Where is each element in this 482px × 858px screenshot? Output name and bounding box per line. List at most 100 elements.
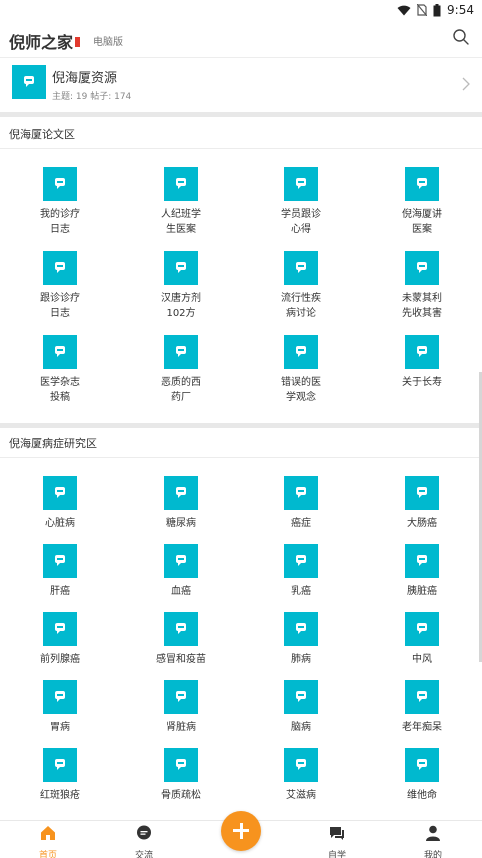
grid-item-label: 人纪班学 生医案: [161, 209, 201, 235]
grid-item[interactable]: 艾滋病: [251, 748, 351, 803]
grid-item[interactable]: 恶质的西 药厂: [131, 335, 231, 405]
grid-item[interactable]: 倪海厦讲 医案: [372, 167, 472, 237]
grid-item[interactable]: 关于长寿: [372, 335, 472, 390]
grid-item-label: 艾滋病: [286, 790, 316, 801]
tab-home-label: 首页: [38, 851, 57, 858]
chat-icon: [405, 335, 439, 369]
grid-item[interactable]: 学员跟诊 心得: [251, 167, 351, 237]
grid-item-label: 癌症: [291, 518, 311, 529]
tab-community[interactable]: 交流: [114, 825, 174, 858]
tab-profile[interactable]: 我的: [403, 825, 463, 858]
chat-icon: [164, 612, 198, 646]
grid-item[interactable]: 错误的医 学观念: [251, 335, 351, 405]
grid-item-label: 汉唐方剂 102方: [161, 293, 201, 319]
grid-item[interactable]: 心脏病: [10, 476, 110, 531]
grid-item-label: 胃病: [50, 722, 70, 733]
grid-item[interactable]: 红斑狼疮: [10, 748, 110, 803]
search-icon[interactable]: [452, 28, 470, 46]
grid-item-label: 倪海厦讲 医案: [402, 209, 442, 235]
grid-item[interactable]: 肾脏病: [131, 680, 231, 735]
grid-item[interactable]: 脑病: [251, 680, 351, 735]
grid-item-label: 骨质疏松: [161, 790, 201, 801]
grid-item-label: 糖尿病: [166, 518, 196, 529]
status-time: 9:54: [447, 3, 474, 17]
grid-item-label: 错误的医 学观念: [281, 377, 321, 403]
grid-item[interactable]: 血癌: [131, 544, 231, 599]
home-icon: [41, 826, 55, 840]
grid-item[interactable]: 乳癌: [251, 544, 351, 599]
section-title-papers: 倪海厦论文区: [0, 117, 482, 149]
chat-icon: [43, 251, 77, 285]
messages-icon: [330, 827, 344, 840]
chat-icon: [164, 680, 198, 714]
grid-item-label: 胰脏癌: [407, 586, 437, 597]
desktop-version-link[interactable]: 电脑版: [93, 33, 123, 48]
grid-item[interactable]: 肝癌: [10, 544, 110, 599]
grid-item-label: 中风: [412, 654, 432, 665]
chat-icon: [43, 680, 77, 714]
wifi-icon: [397, 5, 411, 15]
chat-icon: [405, 251, 439, 285]
chat-icon: [164, 476, 198, 510]
tab-self-study-label: 自学: [327, 851, 346, 858]
grid-item-label: 血癌: [171, 586, 191, 597]
grid-item[interactable]: 未蒙其利 先收其害: [372, 251, 472, 321]
grid-item-label: 前列腺癌: [40, 654, 80, 665]
grid-item[interactable]: 骨质疏松: [131, 748, 231, 803]
grid-item[interactable]: 老年痴呆: [372, 680, 472, 735]
grid-item-label: 感冒和疫苗: [156, 654, 206, 665]
chat-icon: [164, 167, 198, 201]
grid-item[interactable]: 人纪班学 生医案: [131, 167, 231, 237]
chat-icon: [284, 544, 318, 578]
grid-item-label: 肺病: [291, 654, 311, 665]
chat-icon: [43, 612, 77, 646]
section-title-diseases: 倪海厦病症研究区: [0, 426, 482, 458]
status-icons: 9:54: [397, 3, 474, 17]
grid-item[interactable]: 医学杂志 投稿: [10, 335, 110, 405]
grid-item[interactable]: 我的诊疗 日志: [10, 167, 110, 237]
section-title-text: 倪海厦论文区: [9, 128, 75, 141]
battery-icon: [433, 3, 441, 16]
resource-card[interactable]: 倪海厦资源 主题: 19 帖子: 174: [0, 59, 482, 111]
grid-item-label: 维他命: [407, 790, 437, 801]
chat-icon: [164, 335, 198, 369]
grid-item[interactable]: 肺病: [251, 612, 351, 667]
no-sim-icon: [417, 4, 428, 16]
resource-chat-icon: [12, 65, 46, 99]
app-title-text: 倪师之家: [9, 33, 74, 52]
resource-title: 倪海厦资源: [52, 71, 118, 86]
grid-item-label: 我的诊疗 日志: [40, 209, 80, 235]
grid-item[interactable]: 癌症: [251, 476, 351, 531]
grid-item-label: 未蒙其利 先收其害: [402, 293, 442, 319]
grid-item-label: 红斑狼疮: [40, 790, 80, 801]
grid-item[interactable]: 大肠癌: [372, 476, 472, 531]
tab-self-study[interactable]: 自学: [307, 825, 367, 858]
chat-icon: [43, 544, 77, 578]
grid-item[interactable]: 中风: [372, 612, 472, 667]
grid-item[interactable]: 糖尿病: [131, 476, 231, 531]
grid-item-label: 恶质的西 药厂: [161, 377, 201, 403]
app-header: 倪师之家 电脑版: [0, 22, 482, 58]
chat-icon: [164, 544, 198, 578]
grid-item[interactable]: 前列腺癌: [10, 612, 110, 667]
chat-icon: [405, 476, 439, 510]
chat-icon: [405, 748, 439, 782]
chat-icon: [284, 680, 318, 714]
grid-item[interactable]: 跟诊诊疗 日志: [10, 251, 110, 321]
tab-home[interactable]: 首页: [18, 825, 78, 858]
grid-item[interactable]: 汉唐方剂 102方: [131, 251, 231, 321]
grid-item[interactable]: 流行性疾 病讨论: [251, 251, 351, 321]
chat-icon: [284, 612, 318, 646]
grid-item[interactable]: 维他命: [372, 748, 472, 803]
chat-icon: [43, 748, 77, 782]
grid-item-label: 关于长寿: [402, 377, 442, 388]
chevron-right-icon: [462, 77, 470, 91]
grid-item[interactable]: 胰脏癌: [372, 544, 472, 599]
grid-item[interactable]: 胃病: [10, 680, 110, 735]
grid-item-label: 大肠癌: [407, 518, 437, 529]
grid-item[interactable]: 感冒和疫苗: [131, 612, 231, 667]
chat-icon: [43, 476, 77, 510]
grid-item-label: 学员跟诊 心得: [281, 209, 321, 235]
grid-item-label: 心脏病: [45, 518, 75, 529]
add-post-button[interactable]: [221, 811, 261, 851]
